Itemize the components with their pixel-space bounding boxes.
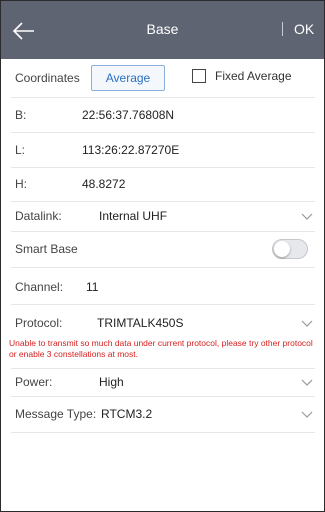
smart-base-toggle[interactable] <box>272 239 308 259</box>
protocol-label: Protocol: <box>15 316 63 330</box>
smart-base-row: Smart Base <box>11 231 315 268</box>
message-type-value: RTCM3.2 <box>101 407 153 421</box>
average-button[interactable]: Average <box>91 65 165 91</box>
h-label: H: <box>15 177 27 191</box>
l-row: L: 113:26:22.87270E <box>11 132 315 168</box>
b-label: B: <box>15 108 27 122</box>
coordinates-label: Coordinates <box>15 71 80 85</box>
datalink-value: Internal UHF <box>99 209 168 223</box>
toggle-knob <box>274 241 290 257</box>
h-value: 48.8272 <box>82 177 126 191</box>
datalink-label: Datalink: <box>15 209 62 223</box>
channel-value: 11 <box>86 280 99 294</box>
title-bar: Base OK <box>1 1 324 59</box>
power-row[interactable]: Power: High <box>11 368 315 397</box>
message-type-label: Message Type: <box>15 407 97 421</box>
header-divider <box>282 22 283 36</box>
chevron-down-icon <box>301 379 313 386</box>
l-label: L: <box>15 143 26 157</box>
protocol-warning-text: Unable to transmit so much data under cu… <box>9 338 313 359</box>
l-value: 113:26:22.87270E <box>82 143 180 157</box>
protocol-value: TRIMTALK450S <box>97 316 184 330</box>
datalink-row[interactable]: Datalink: Internal UHF <box>11 201 315 232</box>
fixed-average-label: Fixed Average <box>215 69 292 83</box>
chevron-down-icon <box>301 213 313 220</box>
channel-row: Channel: 11 <box>11 267 315 305</box>
page-title: Base <box>146 21 179 37</box>
smart-base-label: Smart Base <box>15 242 78 256</box>
chevron-down-icon <box>301 411 313 418</box>
power-value: High <box>99 375 124 389</box>
b-row: B: 22:56:37.76808N <box>11 97 315 133</box>
message-type-row[interactable]: Message Type: RTCM3.2 <box>11 396 315 433</box>
b-value: 22:56:37.76808N <box>82 108 175 122</box>
app-frame: Base OK Coordinates Average Fixed Averag… <box>0 0 325 512</box>
h-row: H: 48.8272 <box>11 167 315 202</box>
fixed-average-checkbox[interactable] <box>192 69 206 83</box>
channel-label: Channel: <box>15 280 64 294</box>
power-label: Power: <box>15 375 53 389</box>
chevron-down-icon <box>301 320 313 327</box>
ok-button[interactable]: OK <box>294 21 314 37</box>
